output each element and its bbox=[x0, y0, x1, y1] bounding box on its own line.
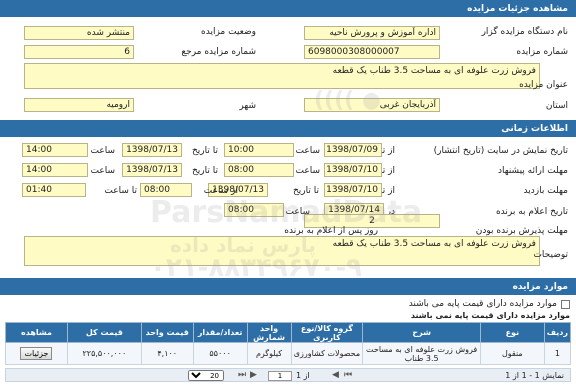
hour-label: ساعت bbox=[90, 146, 116, 156]
cell-type: منقول bbox=[479, 342, 545, 365]
to-date-label: تا تاریخ bbox=[191, 146, 218, 156]
to-date-label: تا تاریخ bbox=[191, 166, 218, 176]
display-label: تاریخ نمایش در سایت (تاریخ انتشار) bbox=[433, 146, 568, 156]
col-unit-price: قیمت واحد bbox=[140, 322, 194, 343]
table-row: 1 منقول فروش زرت علوفه ای به مساحت 3.5 ط… bbox=[5, 342, 572, 365]
visit-from-hour: 08:00 bbox=[140, 183, 192, 197]
offer-from-hour: 08:00 bbox=[224, 163, 294, 177]
city-label: شهر bbox=[239, 101, 256, 111]
status-field: منتشر شده bbox=[24, 26, 134, 40]
ref-field: 6 bbox=[24, 45, 134, 59]
offer-label: مهلت ارائه پیشنهاد bbox=[497, 166, 568, 176]
province-field: آذربایجان غربی bbox=[304, 98, 440, 112]
section-title: مشاهده جزئیات مزایده bbox=[467, 3, 568, 14]
number-label: شماره مزایده bbox=[516, 47, 568, 57]
col-row: ردیف bbox=[543, 322, 572, 343]
section-title: اطلاعات زمانی bbox=[501, 123, 568, 134]
title-field: فروش زرت علوفه ای به مساحت 3.5 طناب یک ق… bbox=[24, 63, 540, 89]
offer-to-date: 1398/07/13 bbox=[122, 163, 182, 177]
pager-last-icon[interactable]: ⏭ bbox=[238, 370, 246, 380]
pager: نمایش 1 - 1 از 1 ⏮ ◀ از 1 ▶ ⏭ 20 bbox=[5, 368, 571, 382]
display-to-date: 1398/07/13 bbox=[122, 143, 182, 157]
col-type: نوع bbox=[479, 322, 545, 343]
section-header-details: مشاهده جزئیات مزایده bbox=[0, 0, 576, 17]
pager-first-icon[interactable]: ⏮ bbox=[344, 370, 352, 380]
cell-unit: کیلوگرم bbox=[246, 342, 292, 365]
winner-hour: 08:00 bbox=[224, 203, 284, 217]
pager-next-icon[interactable]: ▶ bbox=[250, 370, 257, 380]
display-from-hour: 10:00 bbox=[224, 143, 294, 157]
offer-to-hour: 14:00 bbox=[22, 163, 88, 177]
cell-group: محصولات کشاورزی bbox=[290, 342, 364, 365]
page-total: از 1 bbox=[296, 371, 310, 380]
col-unit: واحد شمارش bbox=[246, 322, 292, 343]
hour-label: ساعت bbox=[90, 166, 116, 176]
cell-total: ۲۲۵,۵۰۰,۰۰۰ bbox=[66, 342, 142, 365]
hour-label: ساعت bbox=[295, 146, 321, 156]
visit-to-hour: 01:40 bbox=[22, 183, 86, 197]
page-number-input[interactable] bbox=[268, 371, 292, 381]
visit-label: مهلت بازدید bbox=[523, 186, 568, 196]
description-field: فروش زرت علوفه ای به مساحت 3.5 طناب یک ق… bbox=[24, 236, 540, 266]
col-total: قیمت کل bbox=[66, 322, 142, 343]
items-subtitle: موارد مزایده دارای قیمت پایه نمی باشند bbox=[410, 311, 570, 320]
to-date-label: تا تاریخ bbox=[292, 186, 319, 196]
cell-unit-price: ۴,۱۰۰ bbox=[140, 342, 194, 365]
ref-label: شماره مزایده مرجع bbox=[181, 47, 256, 57]
number-field: 6098000308000007 bbox=[304, 45, 440, 59]
col-desc: شرح bbox=[362, 322, 481, 343]
cell-row: 1 bbox=[543, 342, 572, 365]
details-button[interactable]: جزئیات bbox=[20, 347, 53, 360]
section-header-items: موارد مزایده bbox=[0, 278, 576, 295]
cell-qty: ۵۵۰۰۰ bbox=[192, 342, 248, 365]
cell-desc: فروش زرت علوفه ای به مساحت 3.5 طناب bbox=[362, 342, 481, 365]
display-to-hour: 14:00 bbox=[22, 143, 88, 157]
description-label: توضیحات bbox=[533, 250, 568, 260]
title-label: عنوان مزایده bbox=[519, 80, 568, 90]
accept-label: مهلت پذیرش برنده بودن bbox=[475, 226, 568, 236]
pager-prev-icon[interactable]: ◀ bbox=[332, 370, 339, 380]
col-group: گروه کالا/نوع کاربری bbox=[290, 322, 364, 343]
accept-note: روز پس از اعلام به برنده bbox=[284, 226, 378, 236]
items-table: ردیف نوع شرح گروه کالا/نوع کاربری واحد ش… bbox=[5, 322, 572, 365]
base-price-checkbox[interactable] bbox=[561, 299, 570, 309]
page-size-select[interactable]: 20 bbox=[188, 370, 224, 381]
section-title: موارد مزایده bbox=[512, 281, 568, 292]
province-label: استان bbox=[545, 101, 568, 111]
status-label: وضعیت مزایده bbox=[201, 27, 256, 37]
visit-from-date: 1398/07/10 bbox=[324, 183, 382, 197]
display-from-date: 1398/07/09 bbox=[324, 143, 382, 157]
to-hour-label: تا ساعت bbox=[104, 186, 137, 196]
offer-from-date: 1398/07/10 bbox=[324, 163, 382, 177]
city-field: ارومیه bbox=[24, 98, 134, 112]
organizer-field: اداره آموزش و پرورش ناحیه bbox=[304, 26, 440, 40]
cell-view: جزئیات bbox=[5, 342, 68, 365]
organizer-label: نام دستگاه مزایده گزار bbox=[481, 27, 568, 37]
winner-label: تاریخ اعلام به برنده bbox=[495, 207, 568, 217]
col-qty: تعداد/مقدار bbox=[192, 322, 248, 343]
pager-summary: نمایش 1 - 1 از 1 bbox=[505, 371, 564, 380]
section-header-timing: اطلاعات زمانی bbox=[0, 120, 576, 137]
from-hour-label: از ساعت bbox=[203, 186, 238, 196]
base-price-checkbox-row: موارد مزایده دارای قیمت پایه می باشند bbox=[409, 299, 570, 309]
base-price-checkbox-label: موارد مزایده دارای قیمت پایه می باشند bbox=[408, 299, 557, 309]
table-header-row: ردیف نوع شرح گروه کالا/نوع کاربری واحد ش… bbox=[5, 322, 572, 343]
col-view: مشاهده bbox=[5, 322, 68, 343]
hour-label: ساعت bbox=[295, 166, 321, 176]
